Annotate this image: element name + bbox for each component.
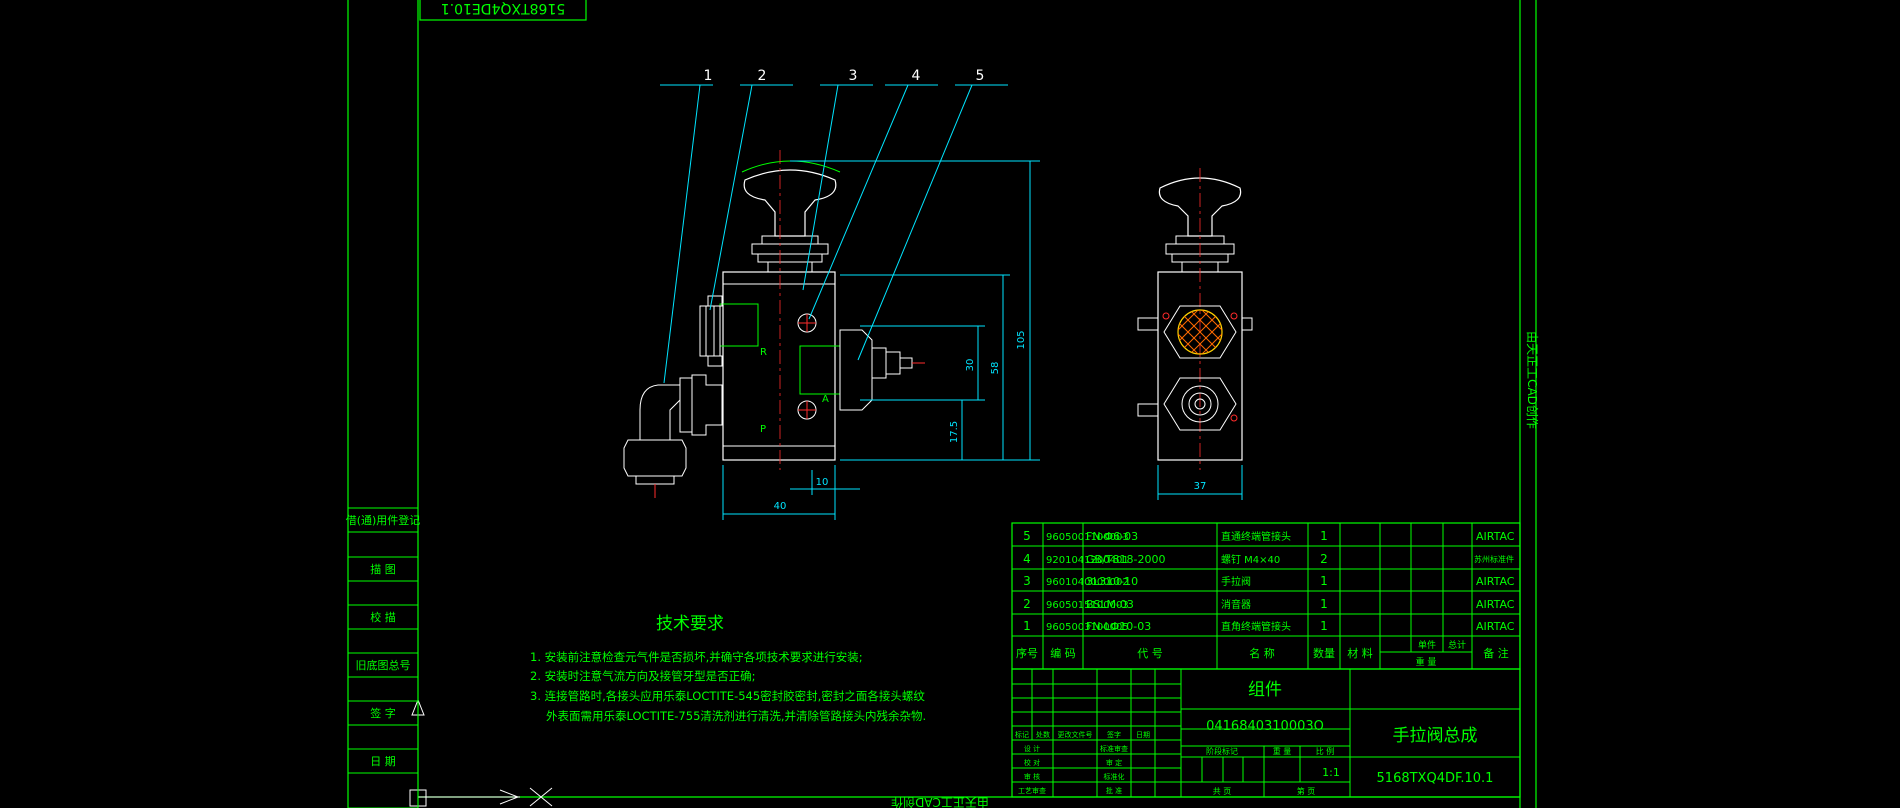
bottom-stamp: 由天正工CAD创作	[891, 795, 989, 808]
bom-row-0-note: AIRTAC	[1476, 530, 1515, 543]
bom-row-3-note: AIRTAC	[1476, 598, 1515, 611]
dim-side-width: 37	[1194, 481, 1207, 492]
tech-title: 技术要求	[656, 614, 724, 634]
title-block: 标记 处数 更改文件号 签字 日期 设 计 校 对 审 核 工艺审查 标准审查 …	[1011, 668, 1521, 798]
bom-head-name: 名 称	[1249, 646, 1275, 660]
bom-row-2-note: AIRTAC	[1476, 575, 1515, 588]
dim-low-height: 17.5	[949, 421, 960, 443]
tb-count: 处数	[1036, 730, 1050, 739]
balloon-4: 4	[912, 68, 921, 84]
tb-std: 标准审查	[1100, 744, 1128, 753]
balloon-1: 1	[704, 68, 713, 84]
tb-std2: 标准化	[1104, 772, 1125, 781]
cad-drawing-canvas: 5168TXQ4DE10.1 由天正工CAD创作 由天正工CAD创作 借(通)用…	[346, 0, 1539, 808]
bom-head-unit: 单件	[1418, 639, 1436, 651]
side-view: 37	[1137, 168, 1253, 500]
bom-head-weight: 重 量	[1416, 656, 1437, 668]
tb-type: 组件	[1248, 680, 1282, 700]
dim-port-width: 10	[816, 477, 829, 488]
bom-row-0-qty: 1	[1320, 529, 1328, 543]
side-label-5: 日 期	[370, 755, 396, 768]
side-label-0: 借(通)用件登记	[346, 513, 421, 527]
side-panel: 借(通)用件登记 描 图 校 描 旧底图总号 签 字 日 期	[346, 507, 421, 808]
balloon-2: 2	[758, 68, 767, 84]
tb-design: 设 计	[1024, 744, 1040, 753]
tb-sheet-no: 第 页	[1297, 786, 1316, 796]
bom-row-3-qty: 1	[1320, 597, 1328, 611]
tb-date: 日期	[1136, 731, 1150, 739]
frame-stamp: 5168TXQ4DE10.1	[441, 0, 566, 16]
tb-approve: 批 准	[1106, 786, 1122, 795]
bom-row-4-qty: 1	[1320, 619, 1328, 633]
front-view: R P A	[623, 150, 925, 498]
bom-row-1-ref: GB/T818-2000	[1086, 553, 1165, 566]
balloon-3: 3	[849, 68, 858, 84]
tb-drawing-no: 0416840310003O	[1206, 719, 1324, 734]
side-label-2: 校 描	[370, 610, 396, 624]
bom-head-material: 材 料	[1347, 646, 1373, 660]
tb-audit: 审 定	[1106, 758, 1122, 767]
tb-scale-value: 1:1	[1322, 766, 1340, 779]
tech-item-1: 1. 安装前注意检查元气件是否损坏,并确守各项技术要求进行安装;	[530, 650, 863, 664]
bom-head-ref: 代 号	[1137, 647, 1163, 660]
bom-table: 5 9605001100003 FN-Φ6-03 直通终端管接头 1 AIRTA…	[1011, 522, 1521, 670]
port-label-r: R	[760, 347, 767, 358]
bom-head-note: 备 注	[1483, 646, 1509, 660]
bom-head-total: 总计	[1448, 639, 1466, 651]
bom-row-1-seq: 4	[1023, 552, 1031, 566]
tb-code: 5168TXQ4DF.10.1	[1377, 771, 1494, 786]
bom-row-1-name: 螺钉 M4×40	[1221, 554, 1280, 566]
side-label-3: 旧底图总号	[356, 658, 411, 672]
bom-head-seq: 序号	[1016, 646, 1038, 660]
tech-item-4: 外表面需用乐泰LOCTITE-755清洗剂进行清洗,并清除管路接头内残余杂物.	[546, 709, 926, 723]
bom-row-2-name: 手拉阀	[1221, 575, 1251, 588]
port-label-a: A	[822, 394, 829, 405]
port-label-p: P	[760, 424, 766, 435]
dim-total-height: 105	[1016, 330, 1027, 349]
tb-scale-label: 比 例	[1316, 746, 1335, 756]
bom-row-1-note: 苏州标准件	[1474, 554, 1514, 564]
drawing-frame: 5168TXQ4DE10.1 由天正工CAD创作 由天正工CAD创作	[347, 0, 1539, 808]
bom-head-qty: 数量	[1313, 647, 1335, 660]
bom-row-3-ref: BSLM-03	[1086, 598, 1134, 611]
bom-row-2-ref: 3L310-10	[1086, 575, 1138, 588]
tb-mark: 标记	[1015, 730, 1029, 739]
leader-lines: 1 2 3 4 5	[660, 68, 1008, 384]
bom-head-code: 编 码	[1050, 646, 1076, 660]
bom-row-2-seq: 3	[1023, 574, 1031, 588]
tb-check: 校 对	[1024, 758, 1040, 767]
bom-row-3-seq: 2	[1023, 597, 1031, 611]
tech-requirements: 技术要求 1. 安装前注意检查元气件是否损坏,并确守各项技术要求进行安装; 2.…	[530, 614, 926, 723]
bom-row-4-seq: 1	[1023, 619, 1031, 633]
bom-row-3-name: 消音器	[1221, 598, 1251, 611]
tb-sheet-total: 共 页	[1213, 787, 1232, 796]
dim-mid-height: 58	[990, 362, 1001, 375]
tech-item-3: 3. 连接管路时,各接头应用乐泰LOCTITE-545密封胶密封,密封之面各接头…	[530, 689, 925, 703]
tb-review: 审 核	[1024, 772, 1040, 781]
tb-name: 手拉阀总成	[1393, 726, 1478, 746]
tb-process: 工艺审查	[1018, 786, 1046, 795]
bom-row-2-qty: 1	[1320, 574, 1328, 588]
side-label-4: 签 字	[370, 706, 396, 720]
side-stamp: 由天正工CAD创作	[1525, 331, 1539, 429]
tb-stage: 阶段标记	[1206, 746, 1238, 756]
balloon-5: 5	[976, 68, 985, 84]
tb-sign: 签字	[1107, 730, 1121, 739]
bom-row-0-seq: 5	[1023, 529, 1031, 543]
front-dimensions: 105 58 30 17.5 40 10	[722, 160, 1040, 520]
tb-weight: 重 量	[1273, 746, 1292, 756]
bom-row-4-name: 直角终端管接头	[1221, 620, 1291, 633]
tech-item-2: 2. 安装时注意气流方向及接管牙型是否正确;	[530, 669, 756, 683]
dim-body-width: 40	[774, 501, 787, 512]
bom-row-0-ref: FN-Φ6-03	[1086, 530, 1138, 543]
bom-row-4-note: AIRTAC	[1476, 620, 1515, 633]
side-label-1: 描 图	[370, 562, 396, 576]
bom-row-4-ref: FN-LΦ10-03	[1086, 620, 1151, 633]
bom-row-1-qty: 2	[1320, 552, 1328, 566]
bom-row-0-name: 直通终端管接头	[1221, 530, 1291, 543]
dim-port-height: 30	[965, 359, 976, 372]
tb-change: 更改文件号	[1058, 730, 1093, 739]
